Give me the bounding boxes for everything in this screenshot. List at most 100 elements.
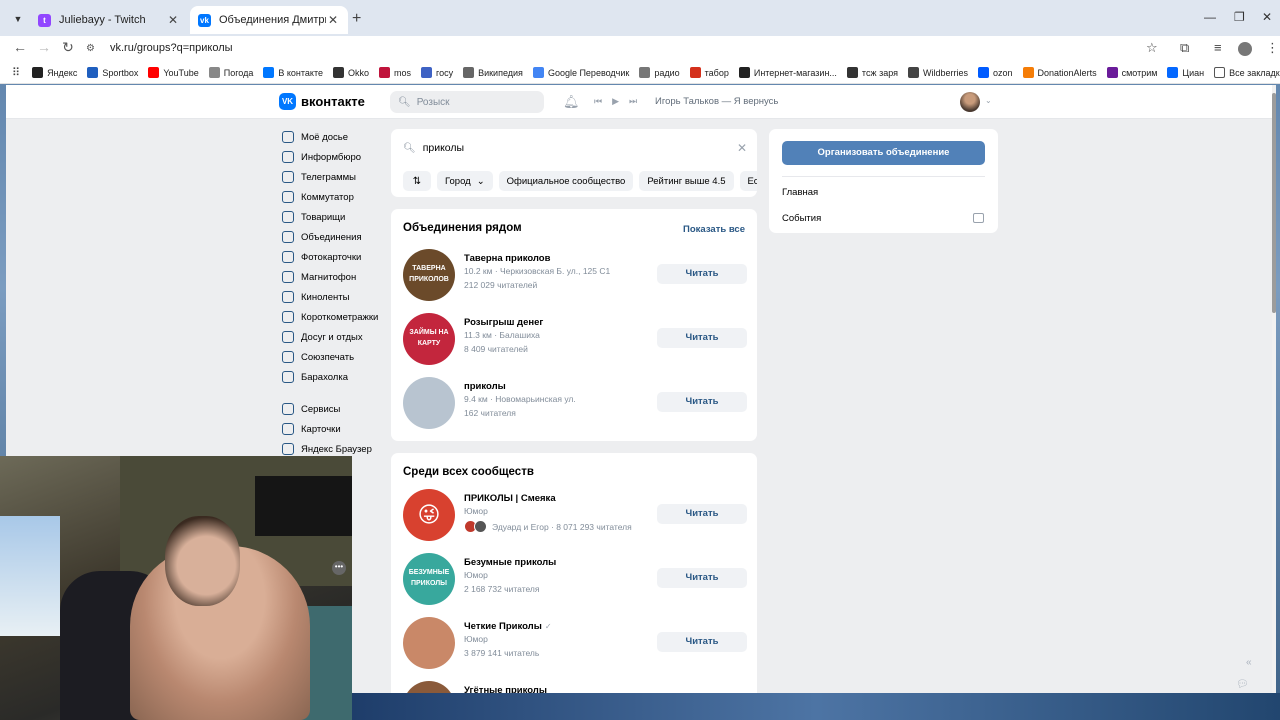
bookmark-item[interactable]: Википедия [463,67,523,78]
group-avatar[interactable]: ЗАЙМЫ НА КАРТУ [403,313,455,365]
group-avatar[interactable]: ТАВЕРНА ПРИКОЛОВ [403,249,455,301]
tab-twitch[interactable]: t Juliebayy - Twitch ✕ [30,6,188,34]
back-icon[interactable]: ← [11,39,29,55]
all-bookmarks[interactable]: Все закладки [1214,67,1280,78]
forward-icon[interactable]: → [35,39,53,55]
bookmark-item[interactable]: радио [639,67,680,78]
sidebar-item[interactable]: Карточки [282,419,392,439]
apps-grid-icon[interactable]: ⠿ [12,66,20,79]
close-tab-icon[interactable]: ✕ [326,13,340,27]
subscribe-button[interactable]: Читать [657,328,747,348]
sidebar-item[interactable]: Фотокарточки [282,247,392,267]
minimize-icon[interactable]: — [1204,10,1216,24]
group-avatar[interactable]: 😜 [403,489,455,541]
tab-search-chevron-icon[interactable]: ▼ [8,10,28,28]
extensions-icon[interactable]: ⧉ [1180,40,1189,56]
bookmark-item[interactable]: тсж заря [846,67,898,78]
subscribe-button[interactable]: Читать [657,504,747,524]
sidebar-item[interactable]: Объединения [282,227,392,247]
sidebar-item[interactable]: Сервисы [282,399,392,419]
bookmark-item[interactable]: Sportbox [87,67,138,78]
bookmark-item[interactable]: Погода [208,67,253,78]
group-row[interactable]: Четкие Приколы ✓ Юмор 3 879 141 читатель Чит… [403,615,747,671]
page-scrollbar[interactable] [1272,85,1276,693]
profile-avatar[interactable] [1238,42,1252,56]
subscribe-button[interactable]: Читать [657,632,747,652]
show-all-link[interactable]: Показать все [683,224,745,235]
group-row[interactable]: приколы 9.4 км · Новомарьинская ул. 162 чи… [403,375,747,431]
more-icon[interactable]: ••• [332,561,346,575]
group-search-input[interactable]: 🔍︎ приколы ✕ [403,141,747,155]
group-avatar[interactable] [403,377,455,429]
sidebar-item[interactable]: Телеграммы [282,167,392,187]
site-info-icon[interactable]: ⚙ [86,43,102,54]
filter-chip[interactable]: Город ⌄ [437,171,493,191]
vk-search-input[interactable]: 🔍︎ Розыск [390,91,544,113]
vk-logo[interactable]: VK вконтакте [279,93,365,110]
sidebar-item[interactable]: Барахолка [282,367,392,387]
group-name[interactable]: Розыгрыш денег [464,317,543,328]
sort-icon[interactable]: ⇅ [403,171,431,191]
media-icon[interactable]: ≡ [1214,40,1222,55]
bookmark-item[interactable]: В контакте [263,67,323,78]
bookmark-item[interactable]: Google Переводчик [532,67,629,78]
play-icon[interactable]: ▶ [612,96,619,107]
reload-icon[interactable]: ↻ [59,39,77,56]
subscribe-button[interactable]: Читать [657,264,747,284]
bookmark-item[interactable]: DonationAlerts [1022,67,1097,78]
sidebar-item[interactable]: Киноленты [282,287,392,307]
avatar[interactable] [960,92,980,112]
sidebar-item[interactable]: Магнитофон [282,267,392,287]
bookmark-item[interactable]: YouTube [148,67,199,78]
tab-vk[interactable]: vk Объединения Дмитрия Зорин ✕ [190,6,348,34]
close-window-icon[interactable]: ✕ [1262,10,1272,24]
bookmark-item[interactable]: смотрим [1106,67,1157,78]
restore-icon[interactable]: ❐ [1234,10,1245,24]
group-name[interactable]: приколы [464,381,506,392]
subscribe-button[interactable]: Читать [657,392,747,412]
group-name[interactable]: Угётные приколы [464,685,547,693]
group-avatar[interactable]: БЕЗУМНЫЕ ПРИКОЛЫ [403,553,455,605]
scrollbar-thumb[interactable] [1272,93,1276,313]
bookmark-item[interactable]: Яндекс [32,67,77,78]
filter-chip[interactable]: Официальное сообщество [498,171,634,191]
group-name[interactable]: ПРИКОЛЫ | Смеяка [464,493,556,504]
group-avatar[interactable] [403,681,455,693]
group-name[interactable]: Безумные приколы [464,557,556,568]
scroll-up-icon[interactable]: « [1246,657,1252,668]
sidebar-item[interactable]: Короткометражки [282,307,392,327]
group-name[interactable]: Таверна приколов [464,253,550,264]
menu-dots-icon[interactable]: ⋮ [1266,40,1279,56]
sidebar-item[interactable]: Союзпечать [282,347,392,367]
bell-icon[interactable]: 🔔︎ [563,94,580,110]
right-menu-main[interactable]: Главная [782,187,818,198]
chat-icon[interactable]: 💬︎ [1236,679,1249,690]
clear-icon[interactable]: ✕ [737,141,747,155]
sidebar-item[interactable]: Моё досье [282,127,392,147]
now-playing[interactable]: Игорь Тальков — Я вернусь [655,96,778,107]
group-avatar[interactable] [403,617,455,669]
bookmark-item[interactable]: ozon [978,67,1013,78]
prev-track-icon[interactable]: ⏮ [594,96,602,107]
sidebar-item[interactable]: Коммутатор [282,187,392,207]
bookmark-item[interactable]: госу [421,67,453,78]
next-track-icon[interactable]: ⏭ [629,96,637,107]
group-row[interactable]: 😜 ПРИКОЛЫ | Смеяка Юмор Эдуард и Егор · 8 0… [403,487,747,543]
sidebar-item[interactable]: Досуг и отдых [282,327,392,347]
filter-chip[interactable]: Рейтинг выше 4.5 [639,171,734,191]
bookmark-item[interactable]: Циан [1167,67,1204,78]
plus-icon[interactable]: + [352,10,361,28]
close-tab-icon[interactable]: ✕ [166,13,180,27]
sidebar-item[interactable]: Товарищи [282,207,392,227]
group-row[interactable]: БЕЗУМНЫЕ ПРИКОЛЫ Безумные приколы Юмор 2 16… [403,551,747,607]
group-name[interactable]: Четкие Приколы ✓ [464,621,552,632]
address-bar[interactable]: ⚙ vk.ru/groups?q=приколы [86,37,1166,59]
group-row[interactable]: ТАВЕРНА ПРИКОЛОВ Таверна приколов 10.2 км … [403,247,747,303]
star-icon[interactable]: ☆ [1146,40,1158,56]
bookmark-item[interactable]: Wildberries [907,67,968,78]
sidebar-item[interactable]: Информбюро [282,147,392,167]
chevron-down-icon[interactable]: ⌄ [985,96,992,105]
subscribe-button[interactable]: Читать [657,568,747,588]
bookmark-item[interactable]: Интернет-магазин... [738,67,837,78]
filter-chip[interactable]: Есть [739,171,757,191]
